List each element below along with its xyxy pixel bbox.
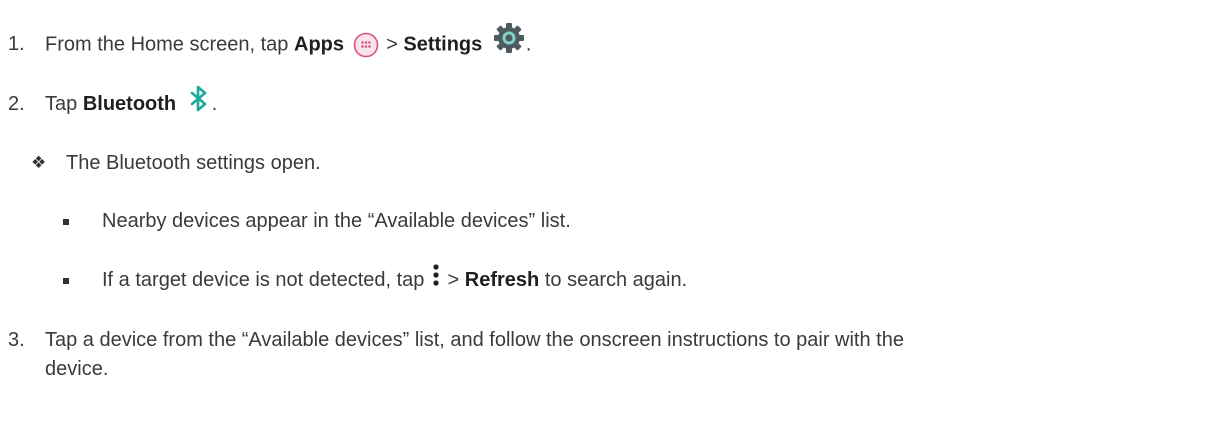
subitem-text: Nearby devices appear in the “Available … [102,210,571,232]
diamond-bullet-icon: ❖ [31,153,47,173]
step-text: device. [45,358,109,380]
step-prefix: Tap [45,93,78,115]
square-bullet-icon [63,278,69,284]
step-number: 1. [8,33,25,55]
subitem-prefix: If a target device is not detected, tap [102,269,425,291]
refresh-label: Refresh [464,269,540,291]
more-options-icon [431,261,441,289]
step-prefix: From the Home screen, tap [45,33,289,56]
settings-gear-icon [492,21,526,55]
square-bullet-icon [63,219,69,225]
bluetooth-icon [188,84,210,114]
separator: > [386,33,398,56]
bluetooth-label: Bluetooth [82,93,177,115]
step-text: Tap Bluetooth . [45,85,218,116]
result-text: The Bluetooth settings open. [66,152,321,174]
apps-icon [353,32,379,58]
step-suffix: . [525,33,532,56]
step-text: From the Home screen, tap Apps > Setting… [45,23,532,58]
step-text: Tap a device from the “Available devices… [45,329,904,351]
settings-label: Settings [403,33,483,56]
subitem-text: If a target device is not detected, tap … [102,264,688,292]
step-suffix: . [211,93,218,115]
apps-label: Apps [294,33,344,56]
step-number: 3. [8,329,25,351]
separator: > [447,269,460,291]
step-number: 2. [8,93,25,115]
subitem-suffix: to search again. [544,269,688,291]
